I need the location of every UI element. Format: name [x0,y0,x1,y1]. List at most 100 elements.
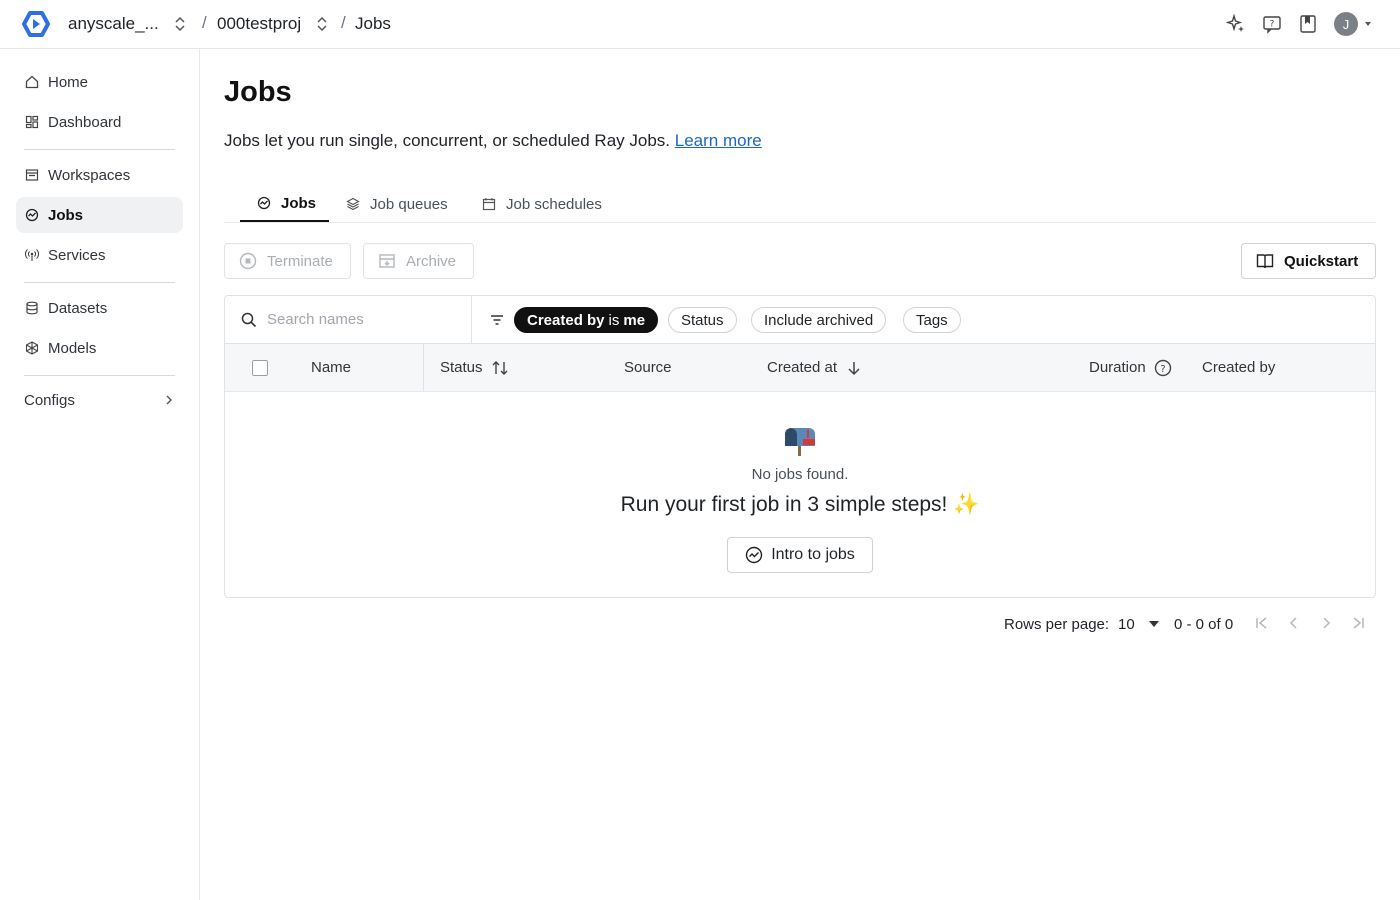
filter-chip-status[interactable]: Status [668,307,737,333]
sidebar-item-configs[interactable]: Configs [16,382,183,418]
project-name: 000testproj [217,14,302,33]
search-icon [241,312,257,327]
sidebar-item-label: Datasets [48,299,108,317]
sidebar: Home Dashboard Workspaces Jobs Services … [0,49,200,900]
svg-text:?: ? [1270,20,1275,30]
search-input[interactable] [267,311,457,328]
column-header-duration[interactable]: Duration ? [1089,344,1172,391]
column-header-created-by[interactable]: Created by [1202,344,1275,391]
svg-text:?: ? [1160,364,1165,375]
empty-headline: Run your first job in 3 simple steps! ✨ [225,493,1375,517]
home-icon [24,74,40,90]
sidebar-item-models[interactable]: Models [16,330,183,366]
tab-jobs[interactable]: Jobs [240,186,329,222]
chip-operator: is [608,311,620,329]
breadcrumb-separator: / [341,13,346,32]
description-text: Jobs let you run single, concurrent, or … [224,131,671,150]
top-bar: anyscale_... / 000testproj / Jobs ? J [0,0,1400,49]
archive-label: Archive [406,252,457,270]
docs-book-icon[interactable] [1298,14,1318,34]
search-box [225,296,472,343]
intro-label: Intro to jobs [771,546,855,563]
terminate-label: Terminate [267,252,333,270]
calendar-icon [482,196,498,212]
filter-chip-created-by[interactable]: Created by is me [514,307,659,333]
help-chat-icon[interactable]: ? [1262,14,1282,34]
sidebar-divider [24,375,175,376]
column-label: Status [440,359,483,376]
chevron-up-down-icon [317,16,327,32]
sidebar-item-label: Services [48,246,106,264]
chevron-right-icon [166,395,172,405]
layers-icon [346,196,362,212]
filter-chip-tags[interactable]: Tags [903,307,961,333]
avatar: J [1334,12,1358,36]
sidebar-item-label: Configs [24,391,75,409]
first-page-icon[interactable] [1253,614,1271,632]
org-switcher[interactable]: anyscale_... [68,14,187,34]
filter-bar: Created by is me Status Include archived… [225,296,1375,344]
page-title: Jobs [224,76,292,108]
jobs-table: Created by is me Status Include archived… [224,295,1376,598]
dashboard-icon [24,114,40,130]
jobs-icon [24,207,40,223]
intro-to-jobs-button[interactable]: Intro to jobs [727,537,873,573]
filter-icon[interactable] [489,312,505,328]
models-icon [24,340,40,356]
column-header-source[interactable]: Source [624,344,672,391]
archive-icon [378,252,396,270]
breadcrumb-separator: / [202,13,207,32]
headline-text: Run your first job in 3 simple steps! [620,493,948,516]
sidebar-item-label: Home [48,73,89,91]
filter-chip-include-archived[interactable]: Include archived [751,307,887,333]
column-divider [423,344,424,391]
column-header-created-at[interactable]: Created at [767,344,863,391]
sparkle-icon: ✨ [953,493,980,516]
tab-job-queues[interactable]: Job queues [346,186,448,222]
user-menu[interactable]: J [1334,12,1372,36]
breadcrumb-current: Jobs [355,14,391,33]
column-header-name[interactable]: Name [311,344,351,391]
sidebar-item-dashboard[interactable]: Dashboard [16,104,183,140]
ai-sparkle-icon[interactable] [1226,14,1246,34]
caret-down-icon [1148,621,1159,627]
tab-label: Jobs [281,194,317,212]
datasets-icon [24,300,40,316]
empty-state: No jobs found. Run your first job in 3 s… [225,392,1375,597]
mailbox-icon [785,428,815,456]
sidebar-item-jobs[interactable]: Jobs [16,197,183,233]
tab-bar: Jobs Job queues Job schedules [224,186,1376,223]
rows-per-page-value: 10 [1118,615,1135,633]
tab-job-schedules[interactable]: Job schedules [482,186,602,222]
anyscale-logo[interactable] [22,11,50,37]
sidebar-item-label: Dashboard [48,113,122,131]
sidebar-item-datasets[interactable]: Datasets [16,290,183,326]
sidebar-divider [24,149,175,150]
archive-button[interactable]: Archive [363,243,474,279]
sidebar-item-home[interactable]: Home [16,64,183,100]
page-description: Jobs let you run single, concurrent, or … [224,131,762,151]
last-page-icon[interactable] [1349,614,1367,632]
org-name: anyscale_... [68,14,159,33]
sidebar-item-workspaces[interactable]: Workspaces [16,157,183,193]
caret-down-icon [1365,22,1371,26]
terminate-button[interactable]: Terminate [224,243,351,279]
select-all-checkbox[interactable] [252,360,268,376]
table-header: Name Status Source Created at Duration ?… [225,344,1375,392]
open-book-icon [1256,252,1274,270]
column-label: Duration [1089,359,1146,376]
project-switcher[interactable]: 000testproj [217,14,329,34]
pagination-range: 0 - 0 of 0 [1174,615,1234,633]
sort-both-icon [491,359,509,377]
next-page-icon[interactable] [1317,614,1335,632]
arrow-down-icon [845,359,863,377]
tab-label: Job queues [370,195,448,213]
learn-more-link[interactable]: Learn more [675,131,762,150]
quickstart-button[interactable]: Quickstart [1241,243,1376,279]
column-header-status[interactable]: Status [440,344,509,391]
sidebar-item-services[interactable]: Services [16,237,183,273]
quickstart-label: Quickstart [1284,252,1359,270]
help-circle-icon[interactable]: ? [1154,359,1172,377]
previous-page-icon[interactable] [1285,614,1303,632]
rows-per-page-select[interactable]: 10 [1118,612,1159,636]
